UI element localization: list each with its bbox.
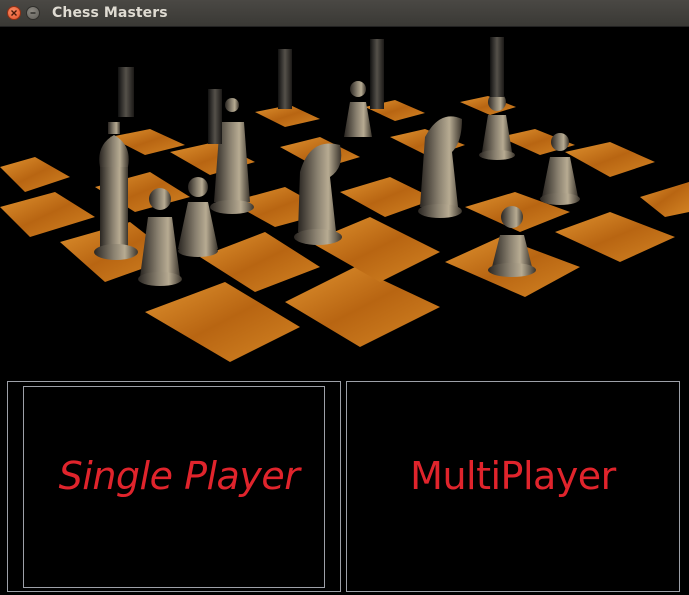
window-title: Chess Masters <box>52 5 168 21</box>
chessboard-banner-image <box>0 27 689 377</box>
single-player-label: Single Player <box>58 454 300 498</box>
multiplayer-button[interactable]: MultiPlayer <box>346 381 680 592</box>
single-player-button[interactable]: Single Player <box>7 381 341 592</box>
minimize-icon[interactable] <box>26 6 40 20</box>
multiplayer-label: MultiPlayer <box>410 454 616 498</box>
title-bar: Chess Masters <box>0 0 689 27</box>
close-icon[interactable] <box>7 6 21 20</box>
